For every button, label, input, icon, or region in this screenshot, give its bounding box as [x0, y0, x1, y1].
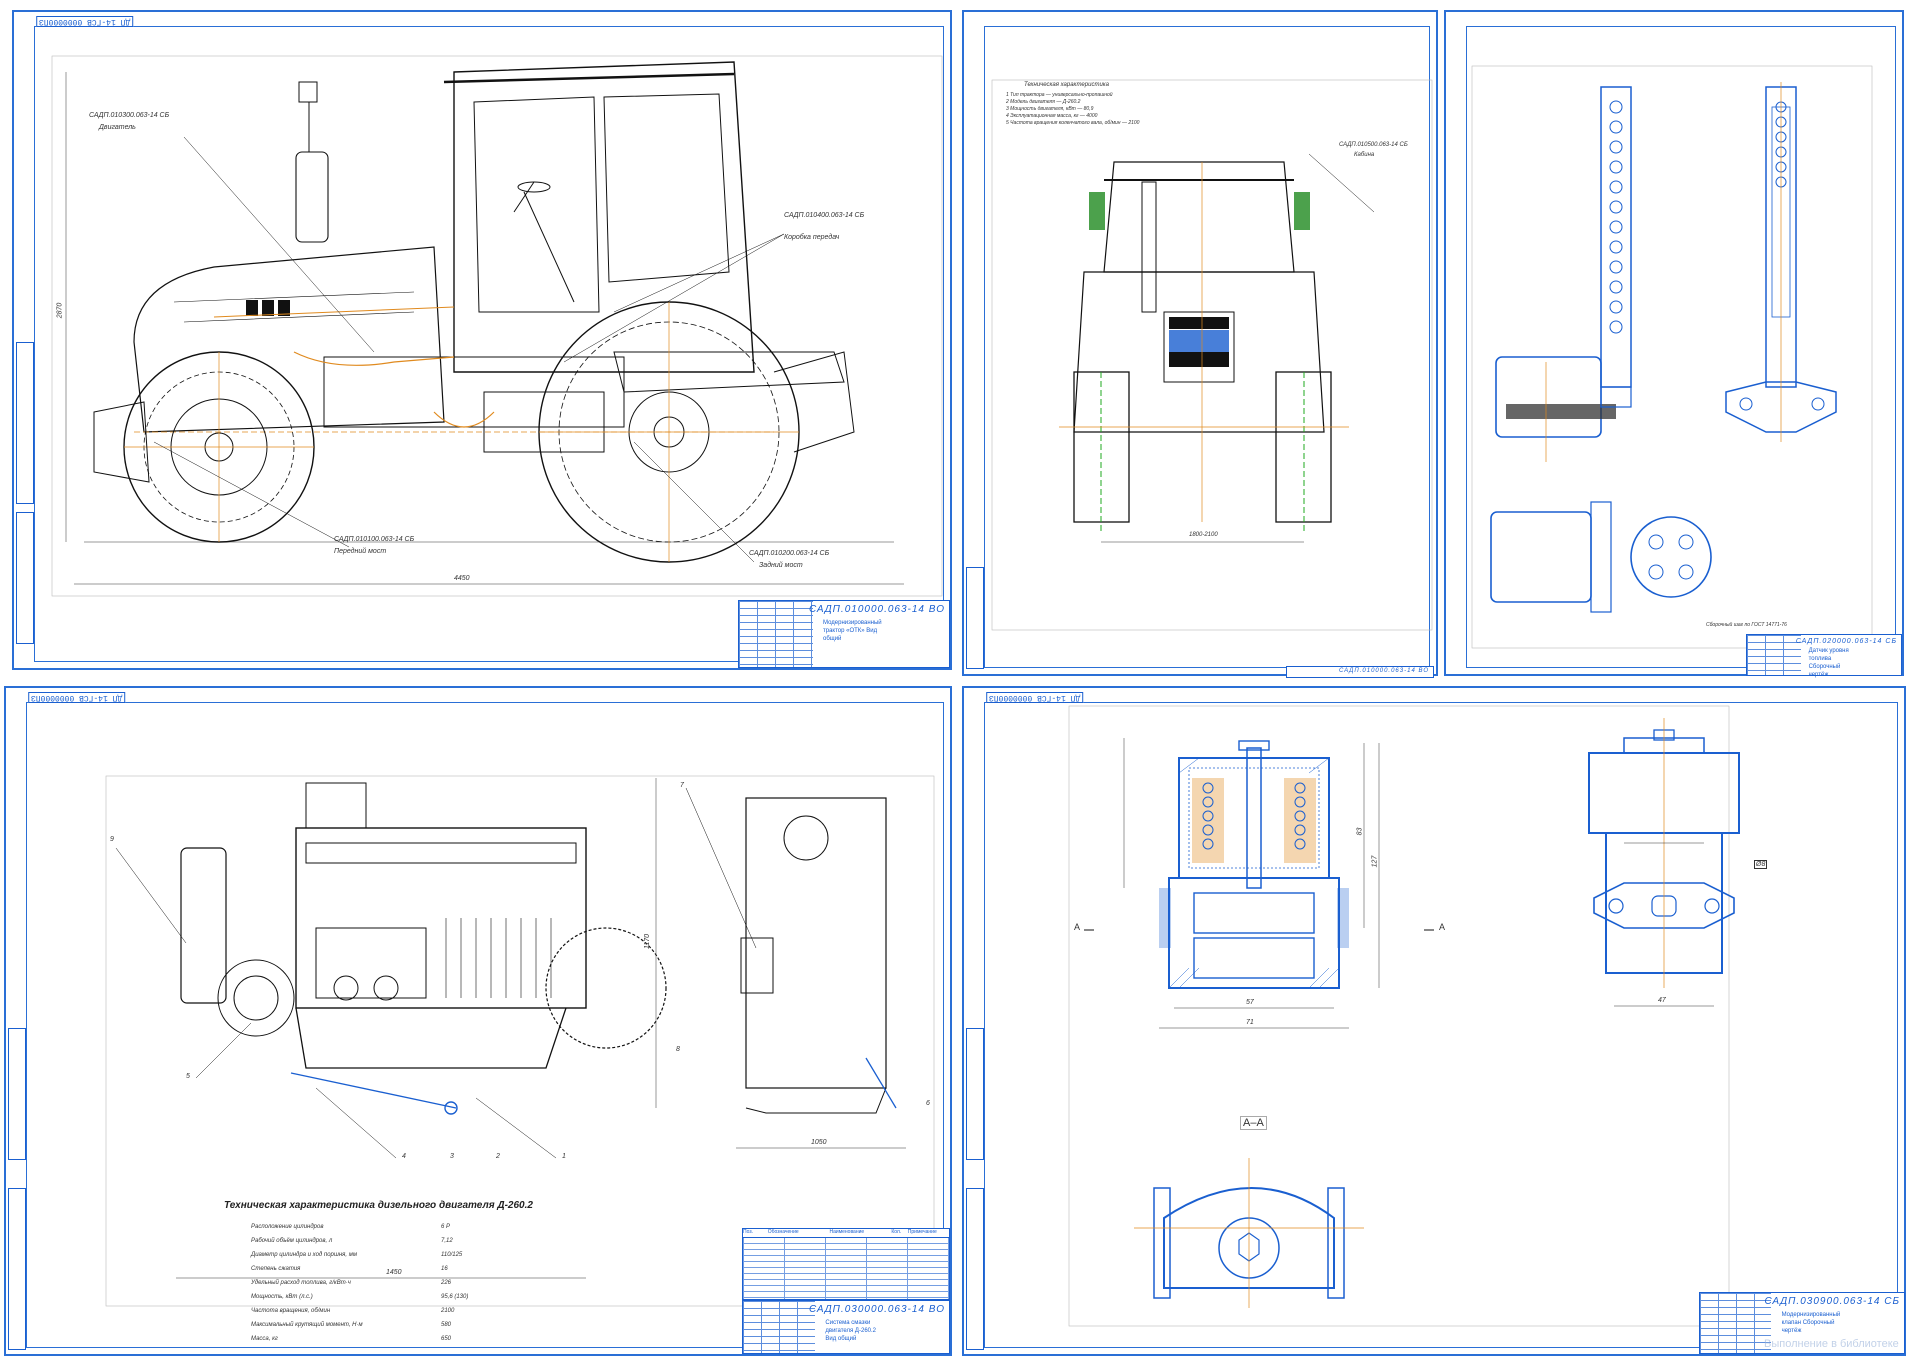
spec-value: 6 Р	[441, 1224, 451, 1230]
bom-col-designation: Обозначение	[767, 1229, 799, 1235]
callout-gearbox-sub: Коробка передач	[784, 234, 840, 241]
title-code: САДП.030000.063-14 ВО	[808, 1304, 945, 1315]
engine-callout-4: 4	[402, 1153, 406, 1160]
spec-line-1: 1 Тип трактора — универсально-пропашной	[1006, 92, 1113, 98]
title-code: САДП.010000.063-14 ВО	[808, 604, 945, 615]
dim-83: 83	[1356, 827, 1364, 836]
cut-a-left: А	[1074, 922, 1081, 932]
engine-callout-3: 3	[450, 1153, 454, 1160]
spec-key: Удельный расход топлива, г/кВт·ч	[251, 1280, 351, 1286]
dim-height: 2870	[56, 302, 64, 319]
callout-front-axle-sub: Передний мост	[334, 548, 387, 555]
engine-callout-1: 1	[562, 1153, 566, 1160]
tractor-side-drawing	[51, 55, 943, 597]
bom-col-name: Наименование	[829, 1229, 865, 1235]
spec-value: 226	[441, 1280, 452, 1286]
spec-value: 2100	[441, 1308, 455, 1314]
dim-width: 1050	[811, 1139, 827, 1146]
title-code: САДП.010000.063-14 ВО	[1338, 668, 1429, 674]
cut-a-right: А	[1439, 922, 1446, 932]
callout-gearbox: САДП.010400.063-14 СБ	[784, 212, 865, 219]
spec-key: Мощность, кВт (л.с.)	[251, 1294, 313, 1300]
dim-length: 1450	[386, 1269, 402, 1276]
spec-line-2: 2 Модель двигателя — Д-260.2	[1006, 99, 1081, 105]
title-code: САДП.020000.063-14 СБ	[1795, 638, 1897, 645]
title-name: Датчик уровня топлива Сборочный чертёж	[1808, 648, 1849, 678]
spec-value: 95,6 (130)	[441, 1294, 469, 1300]
spec-header: Техническая характеристика	[1024, 82, 1109, 88]
callout-rear-axle-sub: Задний мост	[759, 562, 803, 569]
callout-cab: САДП.010500.063-14 СБ	[1339, 142, 1408, 148]
title-code: САДП.030900.063-14 СБ	[1764, 1296, 1900, 1307]
title-block: САДП.010000.063-14 ВО Модернизированный …	[738, 600, 950, 668]
dim-bolt: Ø8	[1754, 860, 1768, 869]
sheet-tractor-front: Техническая характеристика 1 Тип трактор…	[962, 10, 1438, 678]
spec-key: Степень сжатия	[251, 1266, 301, 1272]
dim-length: 4450	[454, 575, 470, 582]
section-label: А–А	[1240, 1116, 1267, 1130]
dim-71: 71	[1246, 1019, 1254, 1026]
engine-callout-6: 6	[926, 1100, 930, 1107]
spec-value: 7,12	[441, 1238, 453, 1244]
valve-drawing	[1068, 705, 1740, 1327]
spec-key: Рабочий объём цилиндров, л	[251, 1238, 333, 1244]
callout-cab-sub: Кабина	[1354, 152, 1375, 158]
rod-holes	[1609, 100, 1623, 334]
title-name: Модернизированный трактор «ОТК» Вид общи…	[823, 620, 882, 642]
spec-key: Расположение цилиндров	[251, 1224, 324, 1230]
spec-value: 650	[441, 1336, 452, 1342]
callout-engine-sub: Двигатель	[99, 124, 136, 131]
engine-callout-2: 2	[496, 1153, 500, 1160]
engine-callout-5: 5	[186, 1073, 190, 1080]
spec-key: Диаметр цилиндра и ход поршня, мм	[251, 1252, 357, 1258]
watermark: Выполнение в библиотеке	[1764, 1338, 1899, 1350]
bom-col-pos: Поз.	[743, 1229, 753, 1235]
spec-value: 580	[441, 1322, 452, 1328]
sheet-valve: ДП 14-ГСВ 0000000ПЗ А–А А А 57 71 83 127…	[962, 686, 1906, 1356]
title-block: САДП.030000.063-14 ВО Система смазки дви…	[742, 1300, 950, 1354]
spec-line-4: 4 Эксплуатационная масса, кг — 4000	[1006, 113, 1098, 119]
title-name: Система смазки двигателя Д-260.2 Вид общ…	[825, 1320, 877, 1342]
title-block: САДП.010000.063-14 ВО	[1286, 666, 1434, 678]
dim-127: 127	[1371, 855, 1379, 868]
dim-57: 57	[1246, 999, 1254, 1006]
engine-callout-7: 7	[680, 782, 684, 789]
spec-key: Максимальный крутящий момент, Н·м	[251, 1322, 363, 1328]
dim-track: 1800-2100	[1189, 532, 1218, 538]
engine-spec-title: Техническая характеристика дизельного дв…	[224, 1200, 533, 1211]
engine-callout-9: 9	[110, 836, 114, 843]
callout-front-axle: САДП.010100.063-14 СБ	[334, 536, 415, 543]
pump-drawing	[1471, 65, 1873, 649]
dim-47: 47	[1658, 997, 1666, 1004]
title-name: Модернизированный клапан Сборочный чертё…	[1781, 1312, 1841, 1334]
sheet-engine: ДП 14-ГСВ 0000000ПЗ 9 5 4 3 2 1 7 8 6 14…	[4, 686, 952, 1356]
engine-callout-8: 8	[676, 1046, 680, 1053]
callout-rear-axle: САДП.010200.063-14 СБ	[749, 550, 830, 557]
spec-value: 110/125	[441, 1252, 463, 1258]
dim-height: 1170	[644, 933, 652, 950]
title-block: САДП.020000.063-14 СБ Датчик уровня топл…	[1746, 634, 1902, 678]
sheet-pump: Сборочный шаг по ГОСТ 14771-76 САДП.0200…	[1444, 10, 1904, 678]
bom-table: Поз. Обозначение Наименование Кол. Приме…	[742, 1228, 950, 1300]
spec-line-5: 5 Частота вращения коленчатого вала, об/…	[1006, 120, 1140, 126]
bom-col-note: Примечание	[907, 1229, 937, 1235]
spec-value: 16	[441, 1266, 448, 1272]
pump-note: Сборочный шаг по ГОСТ 14771-76	[1706, 622, 1787, 628]
sheet-tractor-side: ДП 14-ГСВ 0000000ПЗ САДП.010300.063-14 С…	[12, 10, 952, 670]
spec-key: Масса, кг	[251, 1336, 278, 1342]
spec-key: Частота вращения, об/мин	[251, 1308, 331, 1314]
callout-engine: САДП.010300.063-14 СБ	[89, 112, 170, 119]
bom-col-qty: Кол.	[891, 1229, 902, 1235]
spec-line-3: 3 Мощность двигателя, кВт — 80,9	[1006, 106, 1094, 112]
